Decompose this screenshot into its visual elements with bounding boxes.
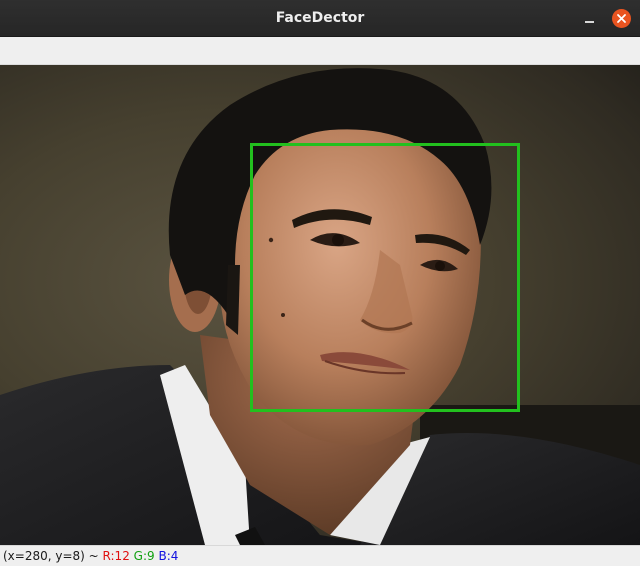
status-bar: (x=280, y=8) ~ R:12 G:9 B:4 xyxy=(0,545,640,566)
minimize-button[interactable] xyxy=(580,9,600,29)
face-detection-box xyxy=(250,143,520,412)
title-bar[interactable]: FaceDector xyxy=(0,0,640,37)
toolbar-area xyxy=(0,37,640,65)
pixel-b-value: B:4 xyxy=(158,549,179,563)
minimize-icon xyxy=(585,21,594,23)
pixel-r-value: R:12 xyxy=(102,549,130,563)
image-viewport[interactable] xyxy=(0,65,640,545)
app-window: FaceDector (x=280, y=8) ~ R:12 G:9 B:4 xyxy=(0,0,640,566)
close-icon xyxy=(617,14,626,23)
window-title: FaceDector xyxy=(275,10,365,26)
close-button[interactable] xyxy=(612,9,631,28)
cursor-coordinates: (x=280, y=8) ~ xyxy=(3,549,99,563)
pixel-g-value: G:9 xyxy=(133,549,155,563)
